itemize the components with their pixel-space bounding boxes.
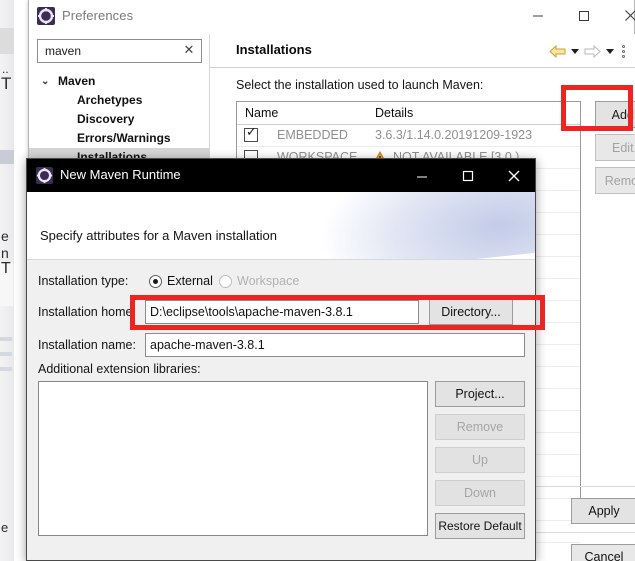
installation-name-label: Installation name: bbox=[38, 338, 136, 352]
ide-text-fragment-2: T bbox=[1, 74, 12, 93]
installation-name-row: Installation name: apache-maven-3.8.1 bbox=[27, 333, 535, 357]
table-row[interactable]: EMBEDDED 3.6.3/1.14.0.20191209-1923 bbox=[237, 125, 580, 147]
page-nav-icons bbox=[547, 42, 629, 60]
radio-workspace-label: Workspace bbox=[237, 274, 300, 288]
forward-arrow-icon[interactable] bbox=[582, 42, 602, 60]
installation-home-label: Installation home: bbox=[38, 305, 136, 319]
remove-extension-button[interactable]: Remove bbox=[435, 414, 525, 440]
extension-libraries-list[interactable] bbox=[38, 381, 428, 536]
apply-button[interactable]: Apply bbox=[571, 498, 635, 524]
radio-workspace[interactable]: Workspace bbox=[219, 274, 299, 288]
move-up-button[interactable]: Up bbox=[435, 447, 525, 473]
preferences-close-button[interactable] bbox=[608, 0, 635, 31]
preferences-minimize-button[interactable] bbox=[516, 0, 560, 31]
back-arrow-icon[interactable] bbox=[547, 42, 567, 60]
tree-item-archetypes[interactable]: Archetypes bbox=[29, 91, 209, 110]
cell-details: 3.6.3/1.14.0.20191209-1923 bbox=[375, 128, 533, 142]
radio-dot-icon bbox=[219, 274, 232, 288]
page-header: Installations bbox=[210, 34, 635, 67]
ide-text-fragment-6: e bbox=[1, 520, 9, 535]
ide-row-sliver-3 bbox=[0, 367, 12, 371]
preferences-tree[interactable]: ⌄ Maven Archetypes Discovery Errors/Warn… bbox=[29, 72, 209, 167]
banner-gradient bbox=[309, 192, 535, 259]
radio-external-label: External bbox=[167, 274, 213, 288]
extension-libraries-label: Additional extension libraries: bbox=[38, 362, 201, 376]
ide-text-fragment-5: T bbox=[1, 260, 11, 277]
cell-name: EMBEDDED bbox=[277, 128, 348, 142]
installations-action-buttons: Add... Edit... Remove bbox=[595, 101, 635, 200]
preferences-window-title: Preferences bbox=[62, 8, 134, 23]
nmr-minimize-button[interactable] bbox=[399, 159, 445, 192]
ide-text-fragment-4: n bbox=[1, 245, 9, 261]
screen-root: .. T e n T e Preferences maven ✕ ⌄ Maven… bbox=[0, 0, 635, 561]
new-maven-runtime-dialog: New Maven Runtime Specify attributes for… bbox=[26, 158, 536, 561]
filter-search-box[interactable]: ✕ bbox=[37, 39, 202, 63]
installation-name-input[interactable]: apache-maven-3.8.1 bbox=[145, 333, 525, 357]
banner-description: Specify attributes for a Maven installat… bbox=[40, 228, 278, 243]
add-button[interactable]: Add... bbox=[595, 101, 635, 128]
installation-type-row: Installation type: External Workspace bbox=[27, 269, 535, 293]
installation-home-row: Installation home: D:\eclipse\tools\apac… bbox=[27, 299, 535, 325]
cancel-button[interactable]: Cancel bbox=[571, 544, 635, 561]
ide-toolbar-sliver bbox=[0, 28, 14, 54]
nmr-title-bar: New Maven Runtime bbox=[27, 159, 535, 192]
move-down-button[interactable]: Down bbox=[435, 480, 525, 506]
page-description: Select the installation used to launch M… bbox=[236, 78, 484, 92]
edit-button[interactable]: Edit... bbox=[595, 134, 635, 161]
tree-item-maven[interactable]: ⌄ Maven bbox=[29, 72, 209, 91]
directory-button[interactable]: Directory... bbox=[429, 299, 513, 325]
tree-item-label: Archetypes bbox=[77, 93, 143, 107]
tree-item-label: Errors/Warnings bbox=[77, 131, 171, 145]
row-checkbox[interactable] bbox=[244, 125, 258, 142]
nmr-maximize-button[interactable] bbox=[445, 159, 491, 192]
maven-gear-icon bbox=[36, 167, 53, 184]
restore-default-button[interactable]: Restore Default bbox=[435, 513, 525, 539]
forward-dropdown-caret-icon[interactable] bbox=[604, 42, 615, 60]
tree-item-label: Maven bbox=[58, 74, 96, 88]
nmr-banner: Specify attributes for a Maven installat… bbox=[27, 192, 535, 260]
tree-item-discovery[interactable]: Discovery bbox=[29, 110, 209, 129]
remove-button[interactable]: Remove bbox=[595, 167, 635, 194]
extension-libraries-buttons: Project... Remove Up Down Restore Defaul… bbox=[435, 381, 525, 546]
nmr-close-button[interactable] bbox=[491, 159, 537, 192]
tree-item-label: Discovery bbox=[77, 112, 135, 126]
ide-row-sliver-2 bbox=[0, 352, 12, 356]
radio-external[interactable]: External bbox=[149, 274, 213, 288]
project-button[interactable]: Project... bbox=[435, 381, 525, 407]
table-header-row: Name Details bbox=[237, 102, 580, 125]
page-title: Installations bbox=[236, 42, 312, 57]
back-dropdown-caret-icon[interactable] bbox=[569, 42, 580, 60]
ide-row-sliver-1 bbox=[0, 337, 12, 341]
header-divider bbox=[210, 67, 635, 68]
ide-text-fragment-3: e bbox=[1, 228, 9, 244]
view-menu-icon[interactable] bbox=[617, 42, 629, 60]
chevron-down-icon[interactable]: ⌄ bbox=[41, 72, 53, 91]
preferences-gear-icon bbox=[37, 7, 55, 25]
preferences-maximize-button[interactable] bbox=[562, 0, 606, 31]
clear-search-icon[interactable]: ✕ bbox=[182, 43, 196, 57]
nmr-window-title: New Maven Runtime bbox=[60, 167, 181, 182]
installation-type-label: Installation type: bbox=[38, 274, 129, 288]
tree-item-errors-warnings[interactable]: Errors/Warnings bbox=[29, 129, 209, 148]
column-header-name[interactable]: Name bbox=[245, 106, 278, 120]
search-input[interactable] bbox=[43, 43, 173, 59]
ide-selection-sliver bbox=[0, 150, 14, 164]
installation-home-input[interactable]: D:\eclipse\tools\apache-maven-3.8.1 bbox=[145, 300, 419, 324]
column-header-details[interactable]: Details bbox=[375, 106, 413, 120]
nmr-body: Installation type: External Workspace In… bbox=[27, 261, 535, 560]
preferences-title-bar: Preferences bbox=[29, 0, 635, 34]
radio-dot-icon bbox=[149, 274, 162, 288]
